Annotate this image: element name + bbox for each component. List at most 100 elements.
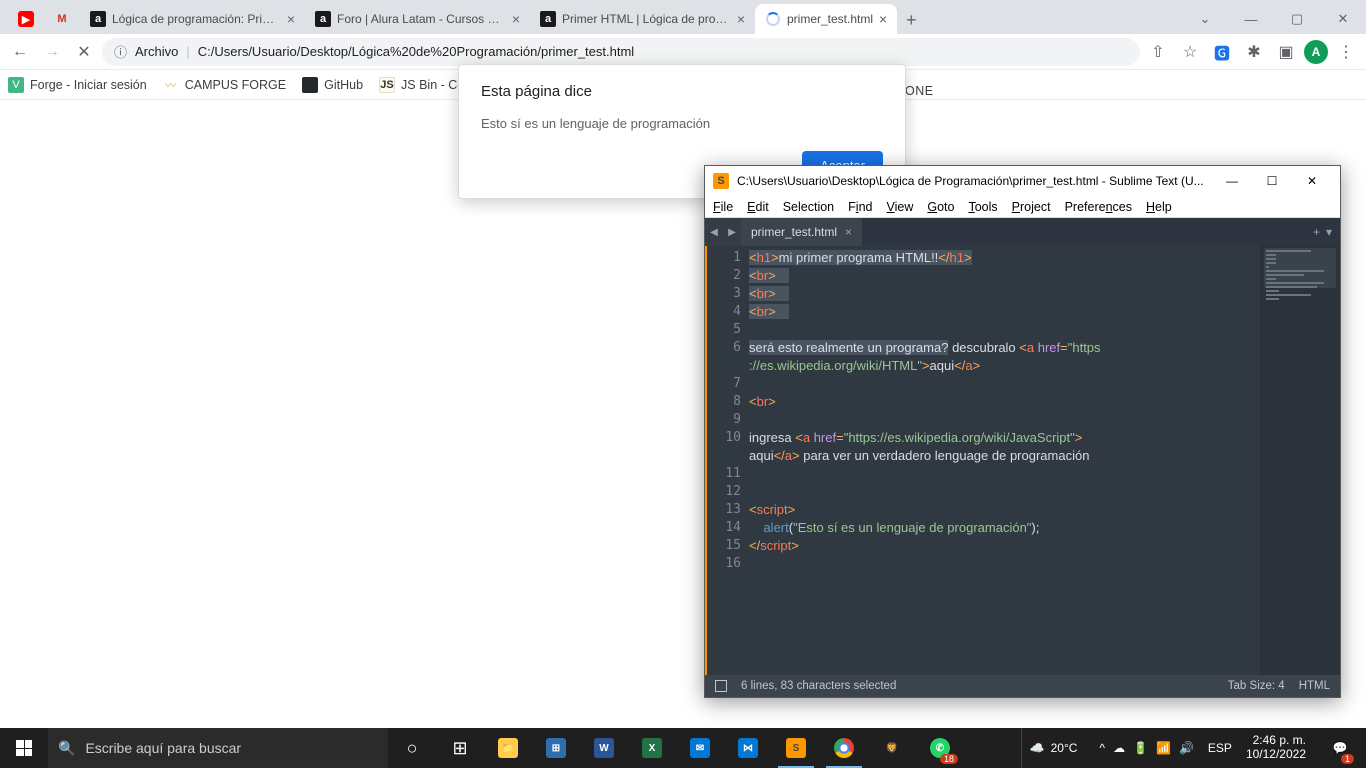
taskbar-search[interactable]: 🔍Escribe aquí para buscar xyxy=(48,728,388,768)
url-prefix: Archivo xyxy=(135,44,178,59)
tray-volume-icon[interactable]: 🔊 xyxy=(1179,741,1194,755)
windows-taskbar: 🔍Escribe aquí para buscar ○ ⊞ 📁 ⊞ W X ✉ … xyxy=(0,728,1366,768)
bookmark-star-icon[interactable]: ☆ xyxy=(1176,38,1204,66)
taskbar-weather[interactable]: ☁️20°C xyxy=(1021,728,1086,768)
sublime-titlebar[interactable]: S C:\Users\Usuario\Desktop\Lógica de Pro… xyxy=(705,166,1340,196)
task-excel-icon[interactable]: X xyxy=(628,728,676,768)
tray-wifi-icon[interactable]: 📶 xyxy=(1156,741,1171,755)
tray-language[interactable]: ESP xyxy=(1208,741,1232,755)
task-brave-icon[interactable]: 🦁 xyxy=(868,728,916,768)
sublime-close-icon[interactable]: ✕ xyxy=(1292,167,1332,195)
info-icon[interactable]: ⓘ xyxy=(114,42,127,61)
new-tab-button[interactable]: + xyxy=(897,6,925,34)
windows-logo-icon xyxy=(16,740,32,756)
close-window-icon[interactable]: ✕ xyxy=(1320,4,1366,34)
profile-avatar[interactable]: A xyxy=(1304,40,1328,64)
status-panel-icon[interactable] xyxy=(715,680,727,692)
tab-next-icon[interactable]: ▶ xyxy=(723,218,741,246)
bookmark-campus[interactable]: 〰CAMPUS FORGE xyxy=(163,77,286,93)
tab-menu-icon[interactable]: ▾ xyxy=(1326,225,1332,239)
minimize-icon[interactable]: — xyxy=(1228,4,1274,34)
tab-primer-test[interactable]: primer_test.html× xyxy=(755,4,897,34)
tray-battery-icon[interactable]: 🔋 xyxy=(1133,741,1148,755)
task-cortana-icon[interactable]: ○ xyxy=(388,728,436,768)
sublime-tabs: ◀ ▶ primer_test.html × + ▾ xyxy=(705,218,1340,246)
loading-spinner-icon xyxy=(765,11,781,27)
menu-view[interactable]: View xyxy=(886,200,913,214)
menu-find[interactable]: Find xyxy=(848,200,872,214)
taskbar-clock[interactable]: 2:46 p. m. 10/12/2022 xyxy=(1240,734,1312,762)
bookmark-github[interactable]: GitHub xyxy=(302,77,363,93)
tray-expand-icon[interactable]: ^ xyxy=(1099,741,1105,755)
dialog-message: Esto sí es un lenguaje de programación xyxy=(481,116,883,131)
task-word-icon[interactable]: W xyxy=(580,728,628,768)
alura-icon: a xyxy=(90,11,106,27)
task-whatsapp-icon[interactable]: ✆18 xyxy=(916,728,964,768)
tab-alura-logica[interactable]: aLógica de programación: Primero× xyxy=(80,4,305,34)
close-icon[interactable]: × xyxy=(512,11,520,27)
minimap[interactable] xyxy=(1260,246,1340,675)
campus-icon: 〰 xyxy=(163,77,179,93)
task-vscode-icon[interactable]: ⋈ xyxy=(724,728,772,768)
share-icon[interactable]: ⇧ xyxy=(1144,38,1172,66)
window-options-icon[interactable]: ⌄ xyxy=(1182,4,1228,34)
tab-prev-icon[interactable]: ◀ xyxy=(705,218,723,246)
stop-button[interactable]: ✕ xyxy=(70,38,98,66)
sublime-logo-icon: S xyxy=(713,173,729,189)
sublime-statusbar: 6 lines, 83 characters selected Tab Size… xyxy=(705,675,1340,697)
extensions-icon[interactable]: ✱ xyxy=(1240,38,1268,66)
status-tabsize[interactable]: Tab Size: 4 xyxy=(1228,680,1285,692)
jsbin-icon: JS xyxy=(379,77,395,93)
menu-tools[interactable]: Tools xyxy=(968,200,997,214)
sublime-minimize-icon[interactable]: — xyxy=(1212,167,1252,195)
tab-alura-primer-html[interactable]: aPrimer HTML | Lógica de program× xyxy=(530,4,755,34)
status-syntax[interactable]: HTML xyxy=(1299,680,1330,692)
menu-selection[interactable]: Selection xyxy=(783,200,834,214)
menu-project[interactable]: Project xyxy=(1012,200,1051,214)
menu-preferences[interactable]: Preferences xyxy=(1065,200,1132,214)
sidepanel-icon[interactable]: ▣ xyxy=(1272,38,1300,66)
youtube-icon: ▶ xyxy=(18,11,34,27)
task-taskview-icon[interactable]: ⊞ xyxy=(436,728,484,768)
tab-youtube[interactable]: ▶ xyxy=(8,4,44,34)
task-chrome-icon[interactable] xyxy=(820,728,868,768)
weather-icon: ☁️ xyxy=(1030,741,1045,755)
status-selection: 6 lines, 83 characters selected xyxy=(741,680,896,692)
bookmark-forge[interactable]: VForge - Iniciar sesión xyxy=(8,77,147,93)
task-explorer-icon[interactable]: 📁 xyxy=(484,728,532,768)
close-icon[interactable]: × xyxy=(879,11,887,27)
menu-goto[interactable]: Goto xyxy=(927,200,954,214)
code-area[interactable]: <h1>mi primer programa HTML!!</h1><br><b… xyxy=(749,246,1260,675)
task-sublime-icon[interactable]: S xyxy=(772,728,820,768)
github-icon xyxy=(302,77,318,93)
tray-onedrive-icon[interactable]: ☁ xyxy=(1113,741,1125,755)
sublime-file-tab[interactable]: primer_test.html × xyxy=(741,218,862,246)
task-store-icon[interactable]: ⊞ xyxy=(532,728,580,768)
bookmark-one-fragment: ONE xyxy=(905,84,934,98)
tab-add-icon[interactable]: + xyxy=(1313,225,1320,239)
editor-body[interactable]: 12345678910111213141516 <h1>mi primer pr… xyxy=(705,246,1340,675)
close-icon[interactable]: × xyxy=(737,11,745,27)
menu-edit[interactable]: Edit xyxy=(747,200,769,214)
back-button[interactable]: ← xyxy=(6,38,34,66)
address-bar[interactable]: ⓘ Archivo | C:/Users/Usuario/Desktop/Lóg… xyxy=(102,38,1140,66)
task-mail-icon[interactable]: ✉ xyxy=(676,728,724,768)
maximize-icon[interactable]: ▢ xyxy=(1274,4,1320,34)
line-gutter: 12345678910111213141516 xyxy=(705,246,749,675)
sublime-maximize-icon[interactable]: ☐ xyxy=(1252,167,1292,195)
translate-icon[interactable]: 🅶 xyxy=(1208,38,1236,66)
close-icon[interactable]: × xyxy=(287,11,295,27)
menu-help[interactable]: Help xyxy=(1146,200,1172,214)
menu-file[interactable]: File xyxy=(713,200,733,214)
start-button[interactable] xyxy=(0,728,48,768)
tab-alura-foro[interactable]: aForo | Alura Latam - Cursos onlin× xyxy=(305,4,530,34)
window-controls: ⌄ — ▢ ✕ xyxy=(1182,4,1366,34)
browser-tabstrip: ▶ M aLógica de programación: Primero× aF… xyxy=(0,0,1366,34)
notification-center-icon[interactable]: 💬1 xyxy=(1320,728,1360,768)
search-icon: 🔍 xyxy=(58,740,75,757)
sublime-window[interactable]: S C:\Users\Usuario\Desktop\Lógica de Pro… xyxy=(704,165,1341,698)
dialog-title: Esta página dice xyxy=(481,83,883,100)
close-icon[interactable]: × xyxy=(845,225,852,239)
tab-gmail[interactable]: M xyxy=(44,4,80,34)
menu-kebab-icon[interactable]: ⋮ xyxy=(1332,38,1360,66)
